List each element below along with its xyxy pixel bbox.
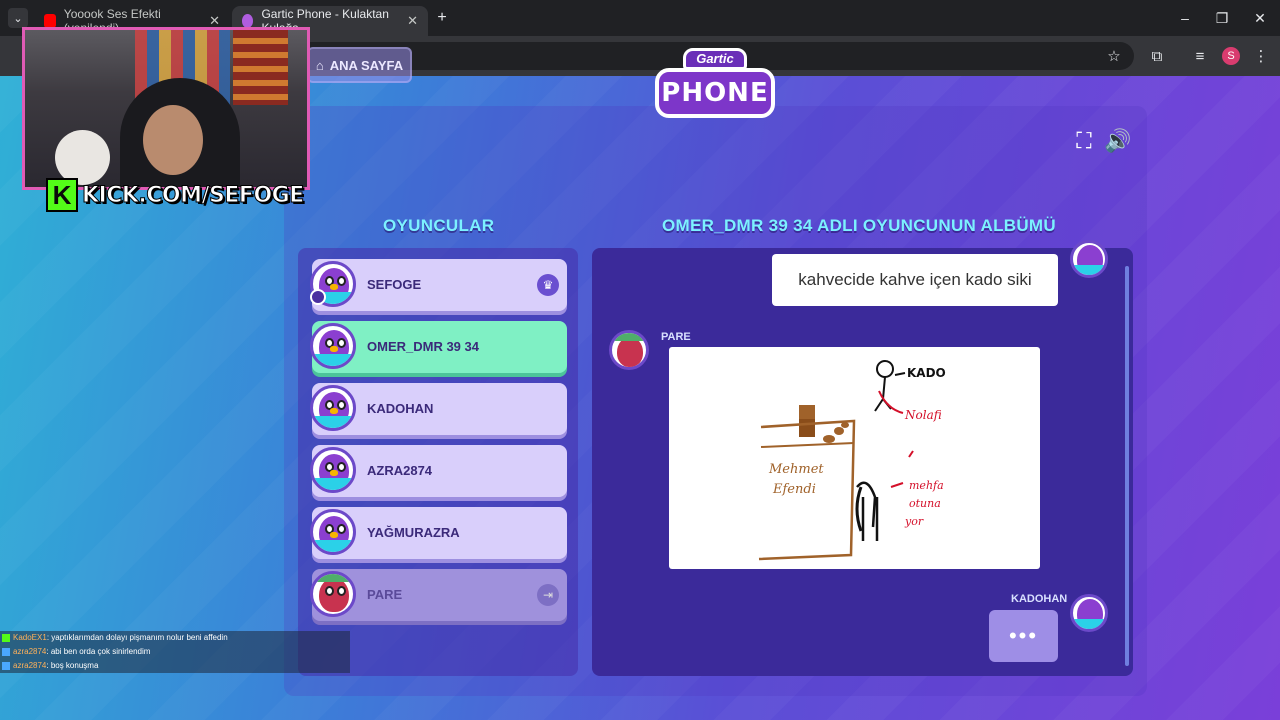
- player-avatar: [310, 571, 356, 617]
- player-item-yagmurazra[interactable]: YAĞMURAZRA: [310, 507, 567, 559]
- players-title: OYUNCULAR: [383, 216, 495, 235]
- host-icon: [310, 289, 326, 305]
- drawing-label-nolafi: Nolafi: [904, 408, 942, 422]
- chat-badge-icon: [2, 647, 10, 656]
- player-item-azra[interactable]: AZRA2874: [310, 445, 567, 497]
- album-title: OMER_DMR 39 34 ADLI OYUNCUNUN ALBÜMÜ: [662, 216, 1056, 235]
- drawing-label-yor: yor: [904, 515, 924, 528]
- chat-user: azra2874: [13, 647, 47, 656]
- new-tab-button[interactable]: +: [432, 8, 452, 28]
- player-name: YAĞMURAZRA: [367, 525, 460, 540]
- kick-logo-icon: K: [46, 178, 78, 212]
- player-item-omer[interactable]: OMER_DMR 39 34: [310, 321, 567, 373]
- player-name: SEFOGE: [367, 277, 422, 292]
- player-name: PARE: [367, 587, 403, 602]
- player-item-sefoge[interactable]: SEFOGE ♛: [310, 259, 567, 311]
- tab-search-button[interactable]: ⌄: [8, 8, 28, 28]
- chat-message: azra2874: abi ben orda çok sinirlendim: [0, 645, 350, 659]
- wall-rug: [233, 30, 288, 105]
- drawing-label-mehmet: Mehmet: [768, 462, 824, 477]
- next-author-avatar: [1070, 594, 1108, 632]
- player-avatar: [310, 385, 356, 431]
- drawing-author-name: PARE: [661, 331, 691, 343]
- next-author-name: KADOHAN: [1011, 593, 1068, 605]
- home-button-label: ANA SAYFA: [329, 57, 404, 73]
- player-name: KADOHAN: [367, 401, 434, 416]
- kick-channel-tag: K KICK.COM/SEFOGE: [46, 177, 305, 213]
- media-control-icon[interactable]: ≡: [1188, 44, 1212, 68]
- player-item-pare[interactable]: PARE ⇥: [310, 569, 567, 621]
- streamer-face: [143, 105, 203, 175]
- chat-badge-icon: [2, 633, 10, 642]
- bookmark-star-icon[interactable]: ☆: [1102, 44, 1126, 68]
- home-button[interactable]: ⌂ ANA SAYFA: [307, 47, 412, 83]
- logo-main-text: PHONE: [655, 68, 775, 118]
- author-avatar: [1070, 240, 1108, 278]
- kick-channel-text: KICK.COM/SEFOGE: [82, 182, 305, 208]
- stream-chat: KadoEX1: yaptıklarımdan dolayı pişmanım …: [0, 631, 350, 673]
- player-name: AZRA2874: [367, 463, 433, 478]
- album-scrollbar[interactable]: [1125, 266, 1129, 666]
- home-icon: ⌂: [315, 57, 324, 73]
- profile-avatar[interactable]: S: [1222, 47, 1240, 65]
- logo-top-text: Gartic: [683, 48, 747, 70]
- chat-user: azra2874: [13, 661, 47, 670]
- player-avatar: [310, 323, 356, 369]
- gartic-phone-logo: Gartic PHONE: [655, 48, 775, 120]
- typing-indicator: •••: [989, 610, 1058, 662]
- chat-text: yaptıklarımdan dolayı pişmanım nolur ben…: [51, 633, 228, 642]
- chat-text: boş konuşma: [50, 661, 99, 670]
- exit-icon: ⇥: [537, 584, 559, 606]
- drawing-label-mehfa: mehfa: [909, 479, 944, 492]
- extensions-icon[interactable]: ⧉: [1145, 44, 1169, 68]
- drawing-label-otuna: otuna: [909, 497, 941, 510]
- fullscreen-icon[interactable]: ⛶: [1071, 128, 1097, 154]
- chat-badge-icon: [2, 661, 10, 670]
- album-drawing: KADO Nolafi Mehmet Efendi mehfa otuna yo…: [669, 347, 1040, 569]
- menu-dots-icon[interactable]: ⋮: [1249, 44, 1273, 68]
- chat-message: KadoEX1: yaptıklarımdan dolayı pişmanım …: [0, 631, 350, 645]
- drawing-label-efendi: Efendi: [772, 482, 816, 497]
- player-avatar: [310, 509, 356, 555]
- gartic-phone-icon: [242, 14, 254, 28]
- crown-icon: ♛: [537, 274, 559, 296]
- player-avatar: [310, 447, 356, 493]
- chat-user: KadoEX1: [13, 633, 47, 642]
- webcam-overlay: [22, 27, 310, 190]
- drawing-author-avatar: [609, 330, 649, 370]
- close-window-button[interactable]: ✕: [1237, 0, 1280, 36]
- chat-message: azra2874: boş konuşma: [0, 659, 350, 673]
- close-tab-icon[interactable]: ✕: [407, 13, 418, 29]
- player-item-kadohan[interactable]: KADOHAN: [310, 383, 567, 435]
- drawing-canvas: KADO Nolafi Mehmet Efendi mehfa otuna yo…: [758, 360, 946, 561]
- chat-text: abi ben orda çok sinirlendim: [50, 647, 151, 656]
- drawing-label-kado: KADO: [907, 366, 946, 380]
- youtube-icon: [44, 14, 56, 28]
- volume-icon[interactable]: 🔊: [1104, 128, 1131, 154]
- album-text-entry: kahvecide kahve içen kado siki: [772, 254, 1058, 306]
- player-name: OMER_DMR 39 34: [367, 339, 479, 354]
